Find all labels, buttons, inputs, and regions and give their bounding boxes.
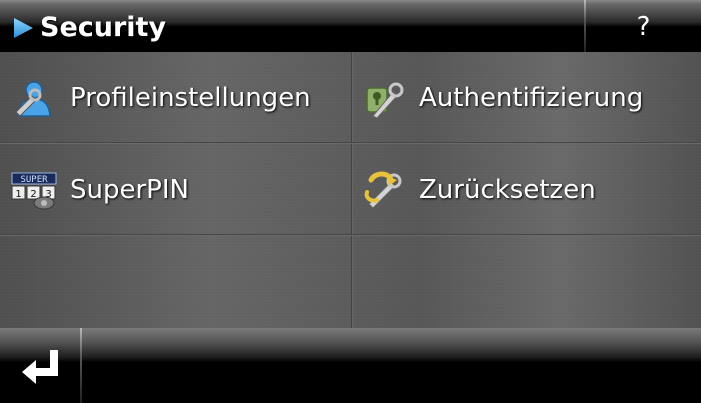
grid-divider-horizontal: [0, 234, 701, 236]
menu-item-authentication[interactable]: Authentifizierung: [353, 52, 701, 144]
menu-item-label: Zurücksetzen: [419, 175, 596, 205]
return-arrow-icon: [22, 350, 58, 384]
menu-item-empty: [0, 236, 351, 328]
play-triangle-icon: [14, 18, 33, 38]
menu-item-label: Profileinstellungen: [70, 83, 311, 113]
svg-text:SUPER: SUPER: [20, 175, 48, 185]
svg-text:2: 2: [30, 189, 36, 200]
page-title: Security: [40, 12, 167, 43]
menu-item-reset[interactable]: Zurücksetzen: [353, 144, 701, 236]
footer-divider: [80, 328, 82, 403]
footer-bar: [0, 328, 701, 403]
menu-grid: Profileinstellungen Authentifizierung SU…: [0, 52, 701, 328]
superpin-icon: SUPER 1 2 3: [11, 172, 57, 210]
menu-item-label: SuperPIN: [70, 175, 189, 205]
grid-divider-horizontal: [0, 142, 701, 144]
svg-text:1: 1: [15, 189, 21, 200]
profile-settings-icon: [15, 81, 51, 117]
header-bar: Security ?: [0, 0, 701, 52]
authentication-icon: [366, 82, 404, 118]
menu-item-superpin[interactable]: SUPER 1 2 3 SuperPIN: [0, 144, 351, 236]
help-label: ?: [636, 12, 651, 42]
title-area: Security: [0, 0, 584, 52]
security-screen: Security ? Profileinstellungen Authentif…: [0, 0, 701, 403]
back-button[interactable]: [0, 328, 80, 403]
menu-item-label: Authentifizierung: [419, 83, 644, 113]
reset-icon: [364, 171, 402, 209]
menu-item-empty: [353, 236, 701, 328]
grid-divider-vertical: [351, 52, 353, 328]
menu-item-profile-settings[interactable]: Profileinstellungen: [0, 52, 351, 144]
help-button[interactable]: ?: [586, 0, 701, 52]
